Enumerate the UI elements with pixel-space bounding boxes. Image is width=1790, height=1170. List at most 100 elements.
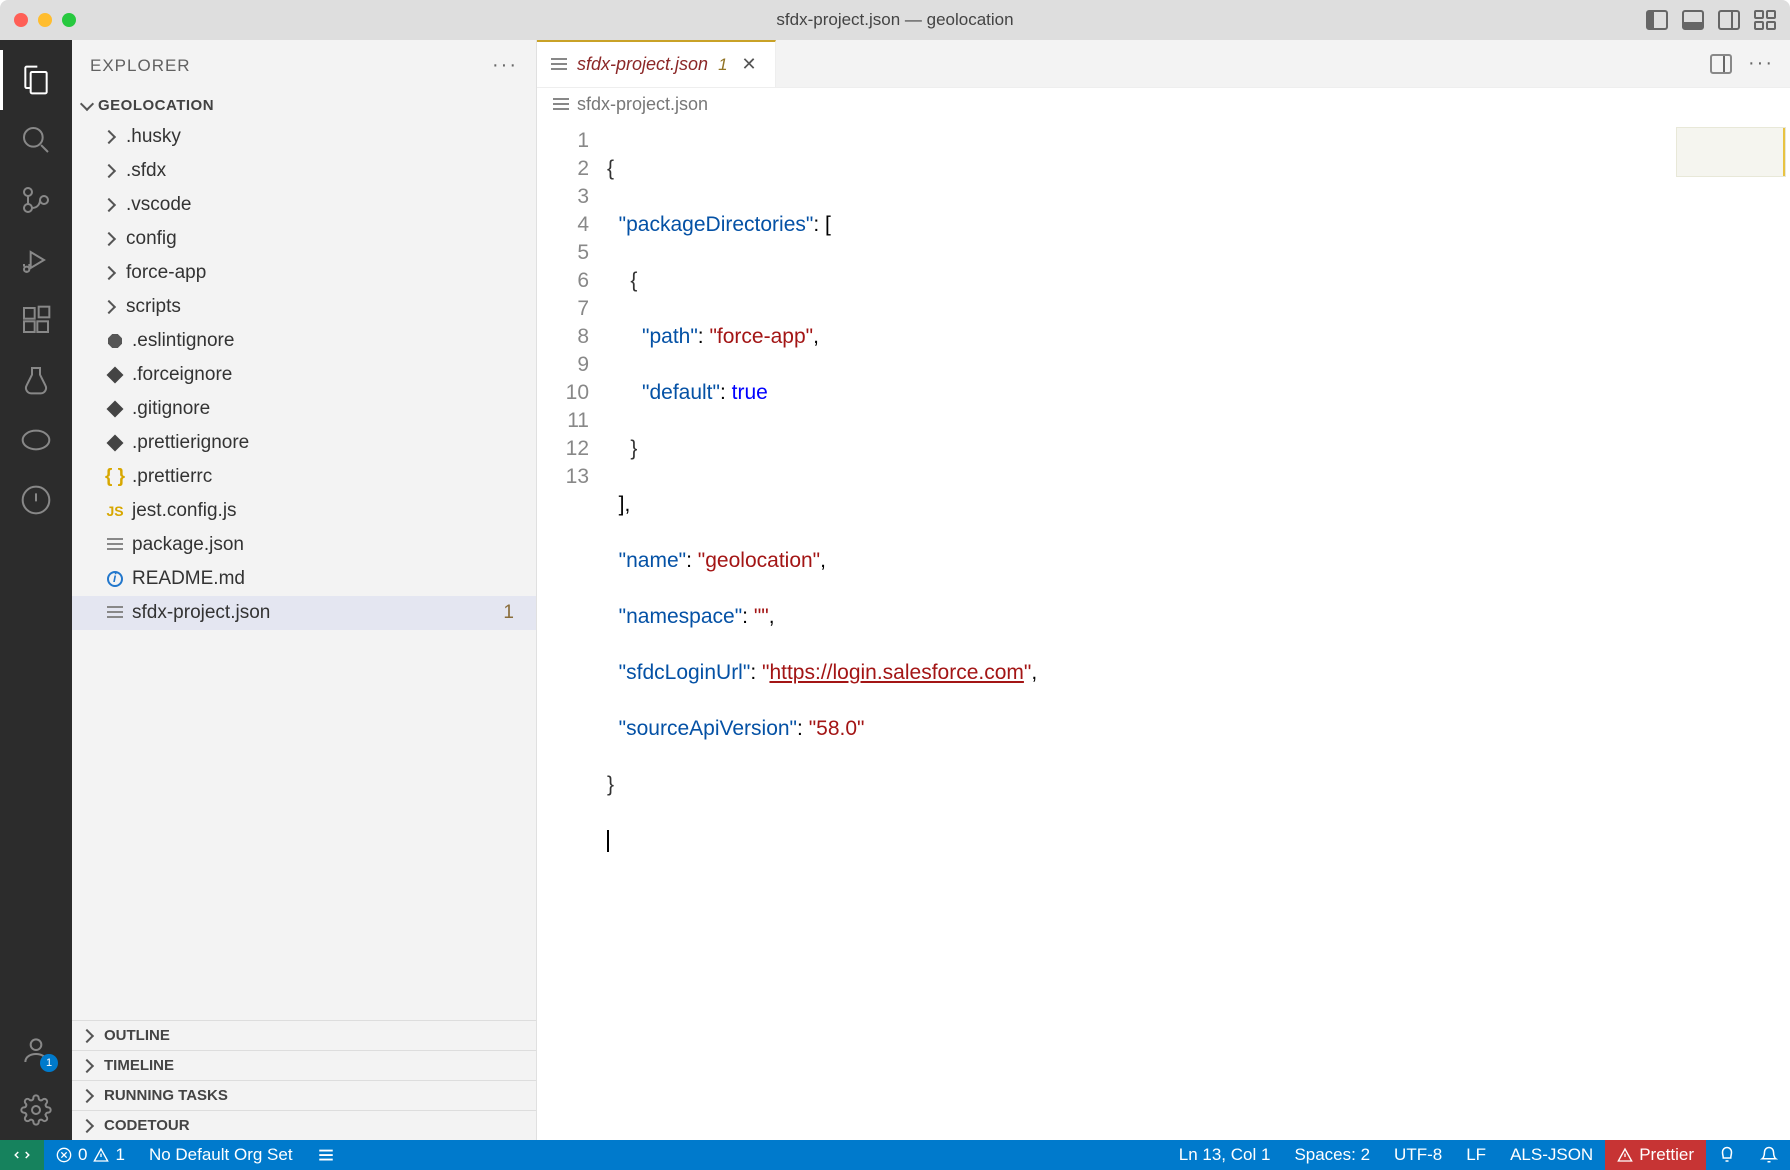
salesforce-activity[interactable] [0,410,72,470]
file-item[interactable]: package.json [72,528,536,562]
menu-status-icon[interactable] [305,1146,347,1164]
tab-bar: sfdx-project.json 1 ✕ ··· [537,40,1790,88]
extensions-activity[interactable] [0,290,72,350]
chevron-right-icon [102,130,116,144]
warning-count: 1 [115,1145,124,1165]
section-label: OUTLINE [104,1027,170,1044]
status-bar: 0 1 No Default Org Set Ln 13, Col 1 Spac… [0,1140,1790,1170]
eol-status[interactable]: LF [1454,1145,1498,1165]
line-number: 2 [537,155,589,183]
title-bar: sfdx-project.json — geolocation [0,0,1790,40]
editor-tab[interactable]: sfdx-project.json 1 ✕ [537,40,776,87]
folder-item[interactable]: scripts [72,290,536,324]
section-label: TIMELINE [104,1057,174,1074]
line-number: 9 [537,351,589,379]
line-number: 1 [537,127,589,155]
toggle-panel-icon[interactable] [1682,10,1704,30]
file-item[interactable]: .gitignore [72,392,536,426]
item-label: .gitignore [132,398,210,420]
encoding-status[interactable]: UTF-8 [1382,1145,1454,1165]
line-number: 13 [537,463,589,491]
org-label: No Default Org Set [149,1145,293,1165]
explorer-activity[interactable] [0,50,72,110]
folder-item[interactable]: config [72,222,536,256]
chevron-right-icon [80,1028,94,1042]
sidebar-title: EXPLORER [90,56,191,76]
collapsed-section[interactable]: CODETOUR [72,1110,536,1140]
file-item[interactable]: .eslintignore [72,324,536,358]
tab-close-icon[interactable]: ✕ [738,54,761,75]
breadcrumb[interactable]: sfdx-project.json [537,88,1790,121]
accounts-activity[interactable]: 1 [0,1020,72,1080]
testing-activity[interactable] [0,350,72,410]
file-icon [553,98,569,112]
collapsed-sections: OUTLINE TIMELINE RUNNING TASKS CODETOUR [72,1020,536,1140]
indentation-status[interactable]: Spaces: 2 [1282,1145,1382,1165]
feedback-icon[interactable] [1706,1146,1748,1164]
toggle-primary-sidebar-icon[interactable] [1646,10,1668,30]
cursor-position[interactable]: Ln 13, Col 1 [1167,1145,1283,1165]
remote-indicator[interactable] [0,1140,44,1170]
item-label: force-app [126,262,206,284]
problems-activity[interactable] [0,470,72,530]
title-layout-icons [1646,10,1790,30]
collapsed-section[interactable]: RUNNING TASKS [72,1080,536,1110]
notifications-icon[interactable] [1748,1146,1790,1164]
problems-status[interactable]: 0 1 [44,1145,137,1165]
item-badge: 1 [503,602,524,624]
minimize-window-button[interactable] [38,13,52,27]
line-number: 12 [537,435,589,463]
folder-item[interactable]: force-app [72,256,536,290]
project-section-header[interactable]: GEOLOCATION [72,91,536,120]
toggle-secondary-sidebar-icon[interactable] [1718,10,1740,30]
editor-more-icon[interactable]: ··· [1748,52,1774,75]
language-status[interactable]: ALS-JSON [1498,1145,1605,1165]
editor-body[interactable]: 12345678910111213 { "packageDirectories"… [537,121,1790,1140]
line-number: 7 [537,295,589,323]
sidebar-more-icon[interactable]: ··· [492,54,518,77]
item-label: .husky [126,126,181,148]
search-activity[interactable] [0,110,72,170]
close-window-button[interactable] [14,13,28,27]
file-item[interactable]: JSjest.config.js [72,494,536,528]
folder-item[interactable]: .sfdx [72,154,536,188]
org-status[interactable]: No Default Org Set [137,1145,305,1165]
file-icon [551,58,567,72]
file-item[interactable]: { }.prettierrc [72,460,536,494]
chevron-right-icon [80,1058,94,1072]
file-item[interactable]: .forceignore [72,358,536,392]
item-label: sfdx-project.json [132,602,270,624]
settings-activity[interactable] [0,1080,72,1140]
maximize-window-button[interactable] [62,13,76,27]
folder-item[interactable]: .husky [72,120,536,154]
customize-layout-icon[interactable] [1754,10,1776,30]
breadcrumb-file: sfdx-project.json [577,94,708,115]
line-number: 10 [537,379,589,407]
file-item[interactable]: sfdx-project.json 1 [72,596,536,630]
line-number: 4 [537,211,589,239]
sidebar-header: EXPLORER ··· [72,40,536,91]
folder-item[interactable]: .vscode [72,188,536,222]
split-editor-icon[interactable] [1710,54,1732,74]
file-item[interactable]: .prettierignore [72,426,536,460]
chevron-right-icon [102,164,116,178]
file-type-icon [104,437,126,449]
chevron-right-icon [102,198,116,212]
item-label: .sfdx [126,160,166,182]
collapsed-section[interactable]: OUTLINE [72,1020,536,1050]
project-name: GEOLOCATION [98,97,214,114]
run-debug-activity[interactable] [0,230,72,290]
minimap[interactable] [1676,127,1786,177]
item-label: .vscode [126,194,191,216]
file-item[interactable]: README.md [72,562,536,596]
window-title: sfdx-project.json — geolocation [776,10,1013,30]
source-control-activity[interactable] [0,170,72,230]
code-area[interactable]: { "packageDirectories": [ { "path": "for… [607,121,1790,1140]
prettier-status[interactable]: Prettier [1605,1140,1706,1170]
collapsed-section[interactable]: TIMELINE [72,1050,536,1080]
section-label: CODETOUR [104,1117,190,1134]
item-label: package.json [132,534,244,556]
item-label: .forceignore [132,364,232,386]
line-number: 8 [537,323,589,351]
item-label: README.md [132,568,245,590]
